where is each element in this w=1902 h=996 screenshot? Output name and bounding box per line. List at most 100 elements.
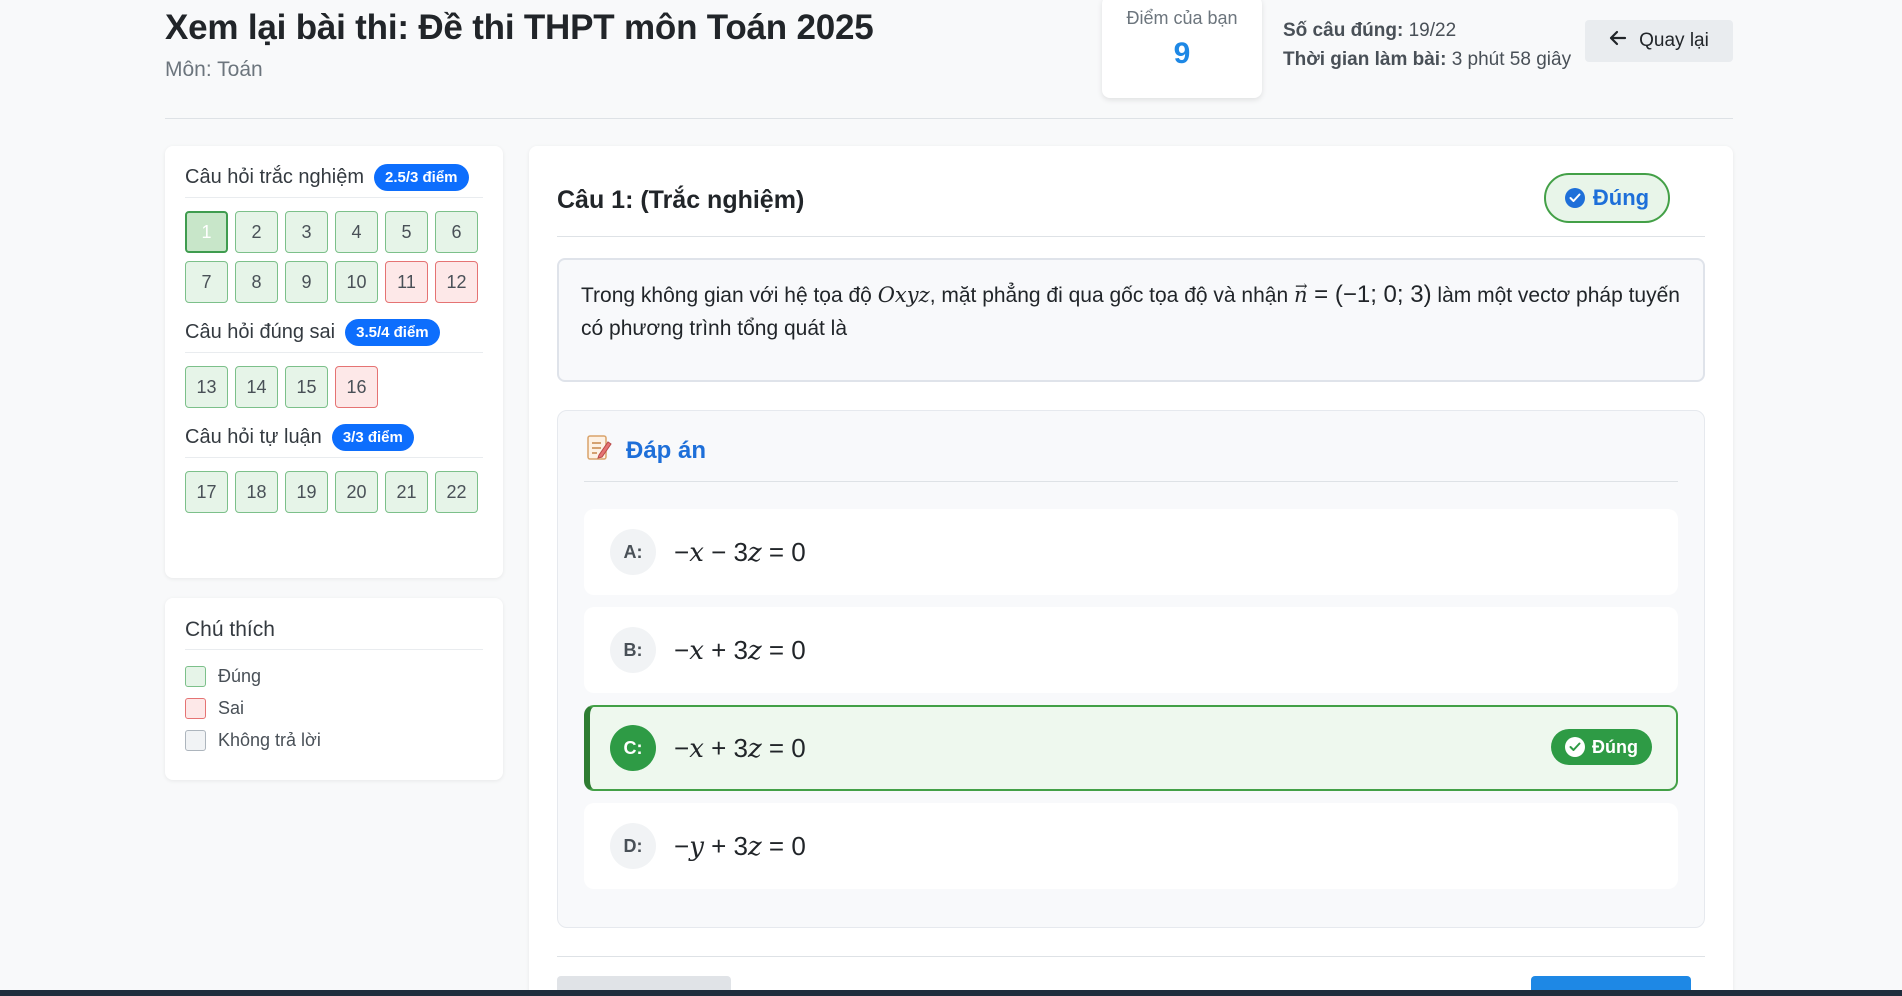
question-nav-button[interactable]: 19: [285, 471, 328, 513]
legend-item: Đúng: [185, 660, 483, 692]
subject-label: Môn: Toán: [165, 58, 263, 81]
section-title: Câu hỏi đúng sai: [185, 321, 336, 343]
legend-swatch: [185, 729, 206, 751]
option-letter: D:: [610, 823, 656, 869]
option-expression: −x + 3z = 0: [674, 733, 806, 764]
expression-part: = 0: [761, 732, 806, 763]
question-nav-button[interactable]: 20: [335, 471, 378, 513]
navigator-sections: Câu hỏi trắc nghiệm 2.5/3 điểm 1 2 3 4 5 6 7 8 9 10…: [185, 158, 483, 523]
option-expression: −x − 3z = 0: [674, 537, 806, 568]
expression-part: z: [747, 733, 762, 764]
question-nav-button[interactable]: 16: [335, 366, 378, 408]
question-title: Câu 1: (Trắc nghiệm): [557, 186, 805, 214]
question-nav-button[interactable]: 4: [335, 211, 378, 253]
option-letter: C:: [610, 725, 656, 771]
expression-part: z: [747, 831, 762, 862]
question-nav-button[interactable]: 21: [385, 471, 428, 513]
question-nav-button[interactable]: 5: [385, 211, 428, 253]
question-text-part: , mặt phẳng đi qua gốc tọa độ và nhận: [929, 284, 1294, 307]
answers-heading: Đáp án: [586, 433, 706, 468]
question-nav-button[interactable]: 15: [285, 366, 328, 408]
time-spent-label: Thời gian làm bài:: [1283, 49, 1447, 70]
option-expression: −y + 3z = 0: [674, 831, 806, 862]
question-nav-button[interactable]: 2: [235, 211, 278, 253]
section-header: Câu hỏi trắc nghiệm 2.5/3 điểm: [185, 158, 483, 198]
legend-card: Chú thích Đúng Sai Không trả lời: [165, 598, 503, 780]
expression-part: −: [674, 536, 690, 567]
question-text-part: Trong không gian với hệ tọa độ: [581, 284, 878, 307]
question-status-badge: Đúng: [1544, 173, 1670, 223]
answers-divider: [584, 481, 1678, 482]
memo-icon: [586, 433, 612, 468]
legend-item: Không trả lời: [185, 724, 483, 756]
result-stats: Số câu đúng: 19/22 Thời gian làm bài: 3 …: [1283, 16, 1571, 74]
expression-part: z: [747, 635, 762, 666]
legend-swatch: [185, 697, 206, 719]
question-nav-button[interactable]: 7: [185, 261, 228, 303]
score-label: Điểm của bạn: [1126, 8, 1238, 28]
expression-part: −: [674, 830, 690, 861]
back-button[interactable]: Quay lại: [1585, 20, 1733, 62]
question-nav-button[interactable]: 17: [185, 471, 228, 513]
question-nav-button[interactable]: 3: [285, 211, 328, 253]
expression-part: x: [689, 635, 704, 666]
expression-part: = 0: [761, 536, 806, 567]
check-circle-icon: [1564, 188, 1585, 208]
question-nav-button[interactable]: 10: [335, 261, 378, 303]
question-nav-button[interactable]: 11: [385, 261, 428, 303]
question-nav-button[interactable]: 8: [235, 261, 278, 303]
answers-heading-text: Đáp án: [626, 436, 707, 464]
section-score-badge: 3/3 điểm: [331, 424, 414, 451]
question-nav-button[interactable]: 12: [435, 261, 478, 303]
section-score-badge: 3.5/4 điểm: [345, 319, 440, 346]
legend-swatch: [185, 665, 206, 687]
question-panel: Câu 1: (Trắc nghiệm) Đúng Trong không gi…: [529, 146, 1733, 996]
legend-title: Chú thích: [185, 598, 483, 650]
section-score-badge: 2.5/3 điểm: [373, 164, 469, 191]
page-header: Xem lại bài thi: Đề thi THPT môn Toán 20…: [165, 0, 1733, 119]
score-value: 9: [1173, 37, 1191, 70]
expression-part: x: [689, 537, 704, 568]
correct-count-label: Số câu đúng:: [1283, 20, 1404, 41]
review-page: Xem lại bài thi: Đề thi THPT môn Toán 20…: [165, 0, 1733, 996]
legend-label: Đúng: [218, 665, 262, 686]
correct-answer-text: Đúng: [1592, 736, 1638, 757]
question-nav-button[interactable]: 1: [185, 211, 228, 253]
option-letter: A:: [610, 529, 656, 575]
expression-part: −: [674, 634, 690, 665]
question-nav-button[interactable]: 14: [235, 366, 278, 408]
section-title: Câu hỏi tự luận: [185, 426, 322, 448]
legend-list: Đúng Sai Không trả lời: [185, 650, 483, 756]
answer-option[interactable]: C: −x + 3z = 0 Đúng: [584, 705, 1678, 791]
correct-answer-badge: Đúng: [1551, 729, 1652, 765]
page-title: Xem lại bài thi: Đề thi THPT môn Toán 20…: [165, 8, 874, 47]
question-text: Trong không gian với hệ tọa độ Oxyz, mặt…: [557, 258, 1705, 382]
option-expression: −x + 3z = 0: [674, 635, 806, 666]
check-circle-icon: [1565, 737, 1586, 757]
question-nav-button[interactable]: 13: [185, 366, 228, 408]
answer-option[interactable]: A: −x − 3z = 0: [584, 509, 1678, 595]
answer-option[interactable]: B: −x + 3z = 0: [584, 607, 1678, 693]
question-nav-button[interactable]: 22: [435, 471, 478, 513]
expression-part: = 0: [761, 634, 806, 665]
question-nav-button[interactable]: 6: [435, 211, 478, 253]
title-divider: [557, 236, 1705, 237]
expression-part: y: [689, 831, 704, 862]
window-bottom-edge: [0, 990, 1902, 996]
expression-part: + 3: [703, 830, 748, 861]
section-header: Câu hỏi tự luận 3/3 điểm: [185, 418, 483, 458]
question-nav-button[interactable]: 18: [235, 471, 278, 513]
correct-count-value: 19/22: [1408, 20, 1457, 41]
expression-part: + 3: [703, 634, 748, 665]
math-vector-n: → n: [1294, 277, 1308, 312]
answer-option[interactable]: D: −y + 3z = 0: [584, 803, 1678, 889]
question-grid: 17 18 19 20 21 22: [185, 458, 483, 523]
correct-count: Số câu đúng: 19/22: [1283, 16, 1571, 45]
expression-part: z: [747, 537, 762, 568]
question-grid: 1 2 3 4 5 6 7 8 9 10 11 12: [185, 198, 483, 313]
section-title: Câu hỏi trắc nghiệm: [185, 166, 364, 188]
question-nav-button[interactable]: 9: [285, 261, 328, 303]
math-vector-value: = (−1; 0; 3): [1307, 281, 1432, 308]
math-coordinate-system: Oxyz: [877, 283, 930, 307]
section-header: Câu hỏi đúng sai 3.5/4 điểm: [185, 313, 483, 353]
